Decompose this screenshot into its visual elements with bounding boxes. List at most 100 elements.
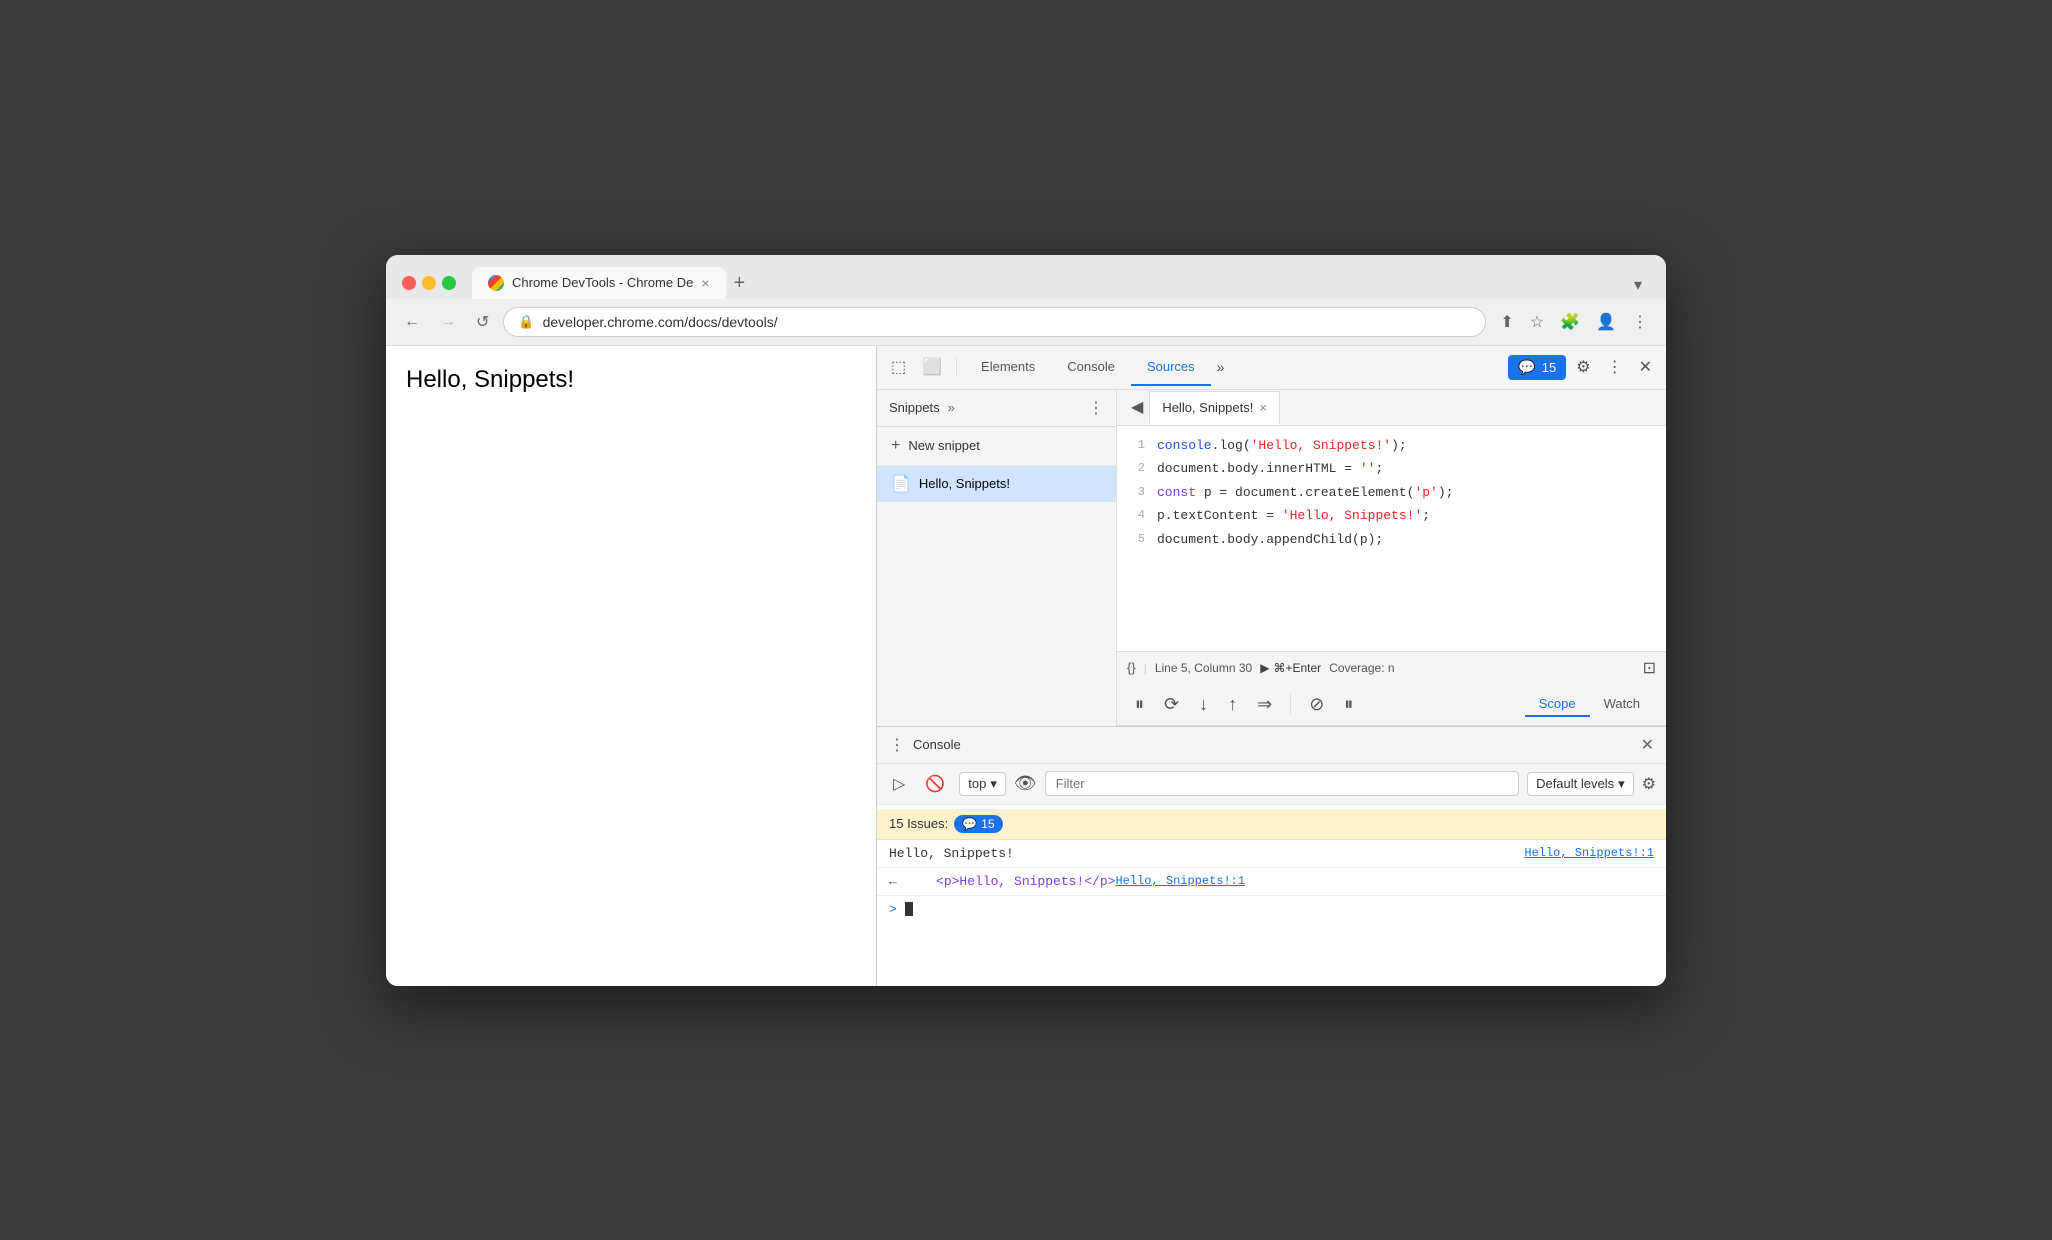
cursor-location: Line 5, Column 30 [1155,661,1252,675]
clear-console-button[interactable]: 🚫 [919,770,951,798]
tab-sources[interactable]: Sources [1131,349,1211,386]
menu-button[interactable]: ⋮ [1626,308,1654,336]
maximize-window-button[interactable] [442,276,456,290]
code-line-5: 5 document.body.appendChild(p); [1117,528,1666,552]
console-log-source-2[interactable]: Hello, Snippets!:1 [1115,874,1245,888]
new-tab-button[interactable]: + [726,268,754,299]
toolbar-divider [956,357,957,377]
console-log-text-1: Hello, Snippets! [889,846,1524,861]
devtools-toolbar: ⬚ ⬜ Elements Console Sources » 💬 15 ⚙ ⋮ … [877,346,1666,390]
coverage-label: Coverage: n [1329,661,1394,675]
console-html-text: <p>Hello, Snippets!</p> [905,874,1116,889]
log-levels-button[interactable]: Default levels ▾ [1527,772,1634,796]
tab-close-button[interactable]: × [701,275,709,291]
prompt-cursor [905,902,913,916]
console-settings-button[interactable]: ⚙ [1642,774,1656,794]
console-log-source-1[interactable]: Hello, Snippets!:1 [1524,846,1654,860]
code-line-4: 4 p.textContent = 'Hello, Snippets!'; [1117,504,1666,528]
editor-tab-bar: ◀ Hello, Snippets! × [1117,390,1666,426]
minimize-window-button[interactable] [422,276,436,290]
editor-tab-close-button[interactable]: × [1259,400,1267,415]
page-content: Hello, Snippets! [386,346,876,986]
more-options-button[interactable]: ⋮ [1601,351,1629,383]
chrome-favicon-icon [488,275,504,291]
issues-text: 15 Issues: [889,816,948,831]
execute-script-button[interactable]: ▷ [887,770,911,798]
console-filter-input[interactable] [1045,771,1519,796]
more-tabs-icon[interactable]: » [1211,353,1231,381]
close-window-button[interactable] [402,276,416,290]
step-into-button[interactable]: ↓ [1193,690,1214,719]
snippets-panel: Snippets » ⋮ + New snippet 📄 Hello, Snip… [877,390,1117,726]
issues-bar: 15 Issues: 💬 15 [877,809,1666,840]
live-expressions-button[interactable]: 👁 [1014,773,1037,794]
debug-tabs: Scope Watch [1525,692,1654,717]
nav-actions: ⬆ ☆ 🧩 👤 ⋮ [1494,308,1654,336]
url-text: developer.chrome.com/docs/devtools/ [543,314,1472,330]
nav-bar: ← → ↺ 🔒 developer.chrome.com/docs/devtoo… [386,299,1666,346]
status-dropdown-icon[interactable]: ⊡ [1643,658,1656,678]
step-out-button[interactable]: ↑ [1222,690,1243,719]
code-line-2: 2 document.body.innerHTML = ''; [1117,457,1666,481]
new-snippet-button[interactable]: + New snippet [877,427,1116,466]
code-editor[interactable]: 1 console.log('Hello, Snippets!'); 2 doc… [1117,426,1666,651]
editor-back-button[interactable]: ◀ [1125,393,1149,421]
back-button[interactable]: ← [398,309,426,335]
issues-count: 15 [1542,360,1556,375]
snippet-item[interactable]: 📄 Hello, Snippets! [877,466,1116,502]
close-devtools-button[interactable]: ✕ [1633,351,1658,383]
console-log-hello: Hello, Snippets! Hello, Snippets!:1 [877,840,1666,868]
tab-dropdown-icon[interactable]: ▾ [1626,271,1650,299]
profile-button[interactable]: 👤 [1590,308,1622,336]
debugger-toolbar: ⏸ ⟳ ↓ ↑ ⇒ ⊘ ⏸ Scope Watch [1117,684,1666,726]
tabs-bar: Chrome DevTools - Chrome De × + ▾ [472,267,1650,299]
watch-tab[interactable]: Watch [1590,692,1654,717]
editor-status-bar: {} | Line 5, Column 30 ▶ ⌘+Enter Coverag… [1117,651,1666,684]
issues-badge-count: 15 [981,817,994,831]
title-bar: Chrome DevTools - Chrome De × + ▾ [386,255,1666,299]
snippets-menu-icon[interactable]: ⋮ [1088,398,1104,418]
issues-count-badge[interactable]: 💬 15 [954,815,1002,833]
settings-button[interactable]: ⚙ [1570,351,1596,383]
content-area: Hello, Snippets! ⬚ ⬜ Elements Console So… [386,346,1666,986]
device-toolbar-button[interactable]: ⬜ [916,351,948,383]
bookmark-button[interactable]: ☆ [1524,308,1550,336]
step-over-button[interactable]: ⟳ [1158,690,1185,719]
console-body: 15 Issues: 💬 15 Hello, Snippets! Hello, … [877,805,1666,986]
page-heading: Hello, Snippets! [406,366,574,393]
console-menu-button[interactable]: ⋮ [889,735,905,755]
issues-badge-icon: 💬 [962,817,977,831]
issues-badge[interactable]: 💬 15 [1508,355,1566,380]
editor-tab[interactable]: Hello, Snippets! × [1149,391,1280,425]
issues-icon: 💬 [1518,359,1535,376]
console-expand-icon[interactable]: ← [889,874,897,889]
context-selector[interactable]: top ▾ [959,772,1006,796]
console-title: Console [913,737,961,752]
forward-button[interactable]: → [434,309,462,335]
tab-console[interactable]: Console [1051,349,1131,386]
debug-divider [1290,694,1291,714]
deactivate-breakpoints-button[interactable]: ⊘ [1303,690,1330,719]
editor-panel: ◀ Hello, Snippets! × 1 console.log('Hell… [1117,390,1666,726]
format-code-button[interactable]: {} [1127,660,1136,675]
tab-elements[interactable]: Elements [965,349,1051,386]
step-button[interactable]: ⇒ [1251,690,1278,719]
levels-arrow-icon: ▾ [1618,776,1625,792]
run-snippet-button[interactable]: ▶ ⌘+Enter [1260,661,1321,675]
extensions-button[interactable]: 🧩 [1554,308,1586,336]
address-bar[interactable]: 🔒 developer.chrome.com/docs/devtools/ [503,307,1486,337]
console-close-button[interactable]: ✕ [1641,735,1654,755]
code-line-1: 1 console.log('Hello, Snippets!'); [1117,434,1666,458]
console-prompt-line[interactable]: > [877,896,1666,923]
editor-tab-title: Hello, Snippets! [1162,400,1253,415]
snippets-more-icon[interactable]: » [948,400,955,415]
scope-tab[interactable]: Scope [1525,692,1590,717]
pause-button[interactable]: ⏸ [1129,690,1150,719]
active-tab[interactable]: Chrome DevTools - Chrome De × [472,267,726,299]
pause-on-exceptions-button[interactable]: ⏸ [1338,690,1359,719]
reload-button[interactable]: ↺ [470,308,495,336]
inspect-element-button[interactable]: ⬚ [885,351,912,383]
snippet-name: Hello, Snippets! [919,476,1010,491]
snippet-file-icon: 📄 [891,474,911,494]
share-button[interactable]: ⬆ [1494,308,1519,336]
